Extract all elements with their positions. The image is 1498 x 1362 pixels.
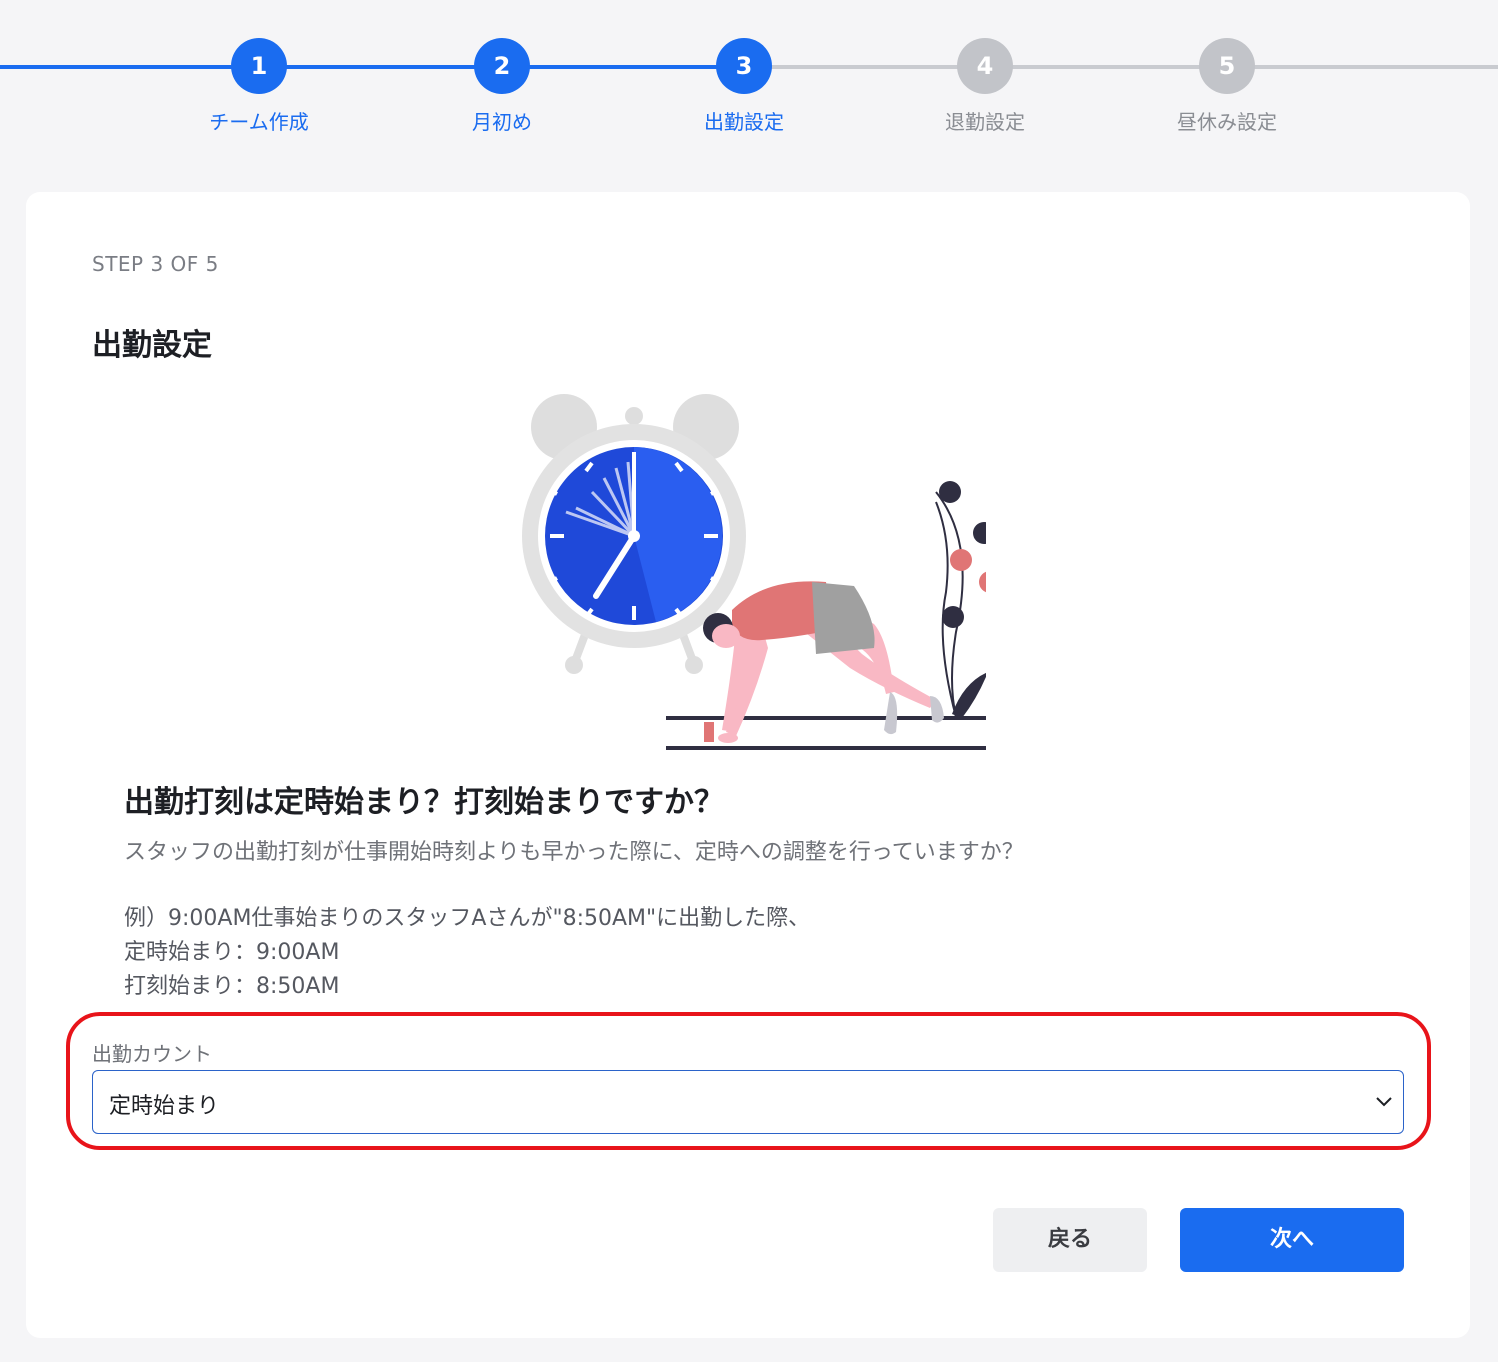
example-text: 例）9:00AM仕事始まりのスタッフAさんが"8:50AM"に出勤した際、 定時… [124, 902, 810, 1004]
step-lunch-break-settings: 5 昼休み設定 [1137, 38, 1317, 135]
progress-line-completed [0, 65, 744, 69]
step-label: チーム作成 [209, 110, 309, 134]
field-label: 出勤カウント [92, 1042, 212, 1066]
example-line: 定時始まり：9:00AM [124, 940, 340, 965]
alarm-clock-runner-illustration [522, 394, 986, 750]
step-team-creation: 1 チーム作成 [169, 38, 349, 135]
step-month-start: 2 月初め [412, 38, 592, 135]
chevron-down-icon [1373, 1091, 1395, 1117]
step-number: 1 [231, 38, 287, 94]
step-number: 2 [474, 38, 530, 94]
progress-stepper: 1 チーム作成 2 月初め 3 出勤設定 4 退勤設定 5 昼休み設定 [0, 0, 1498, 150]
back-button[interactable]: 戻る [993, 1208, 1147, 1272]
step-number: 3 [716, 38, 772, 94]
clock-in-count-select[interactable]: 定時始まり [92, 1070, 1404, 1134]
step-number: 5 [1199, 38, 1255, 94]
example-line: 打刻始まり：8:50AM [124, 974, 340, 999]
step-clock-in-settings: 3 出勤設定 [654, 38, 834, 135]
progress-line-remaining [744, 65, 1498, 69]
example-line: 例）9:00AM仕事始まりのスタッフAさんが"8:50AM"に出勤した際、 [124, 906, 811, 931]
step-label: 月初め [472, 110, 532, 134]
step-count: STEP 3 OF 5 [92, 252, 219, 276]
step-label: 出勤設定 [704, 110, 784, 134]
step-clock-out-settings: 4 退勤設定 [895, 38, 1075, 135]
select-value: 定時始まり [109, 1094, 220, 1119]
step-label: 退勤設定 [945, 110, 1025, 134]
step-number: 4 [957, 38, 1013, 94]
question-heading: 出勤打刻は定時始まり？打刻始まりですか？ [124, 785, 724, 820]
question-description: スタッフの出勤打刻が仕事開始時刻よりも早かった際に、定時への調整を行っていますか… [124, 840, 1024, 865]
settings-card: STEP 3 OF 5 出勤設定 出勤打刻は定時始まり？打刻始まりですか？ スタ… [26, 192, 1470, 1338]
page-title: 出勤設定 [92, 328, 212, 363]
step-label: 昼休み設定 [1177, 110, 1277, 134]
next-button[interactable]: 次へ [1180, 1208, 1404, 1272]
